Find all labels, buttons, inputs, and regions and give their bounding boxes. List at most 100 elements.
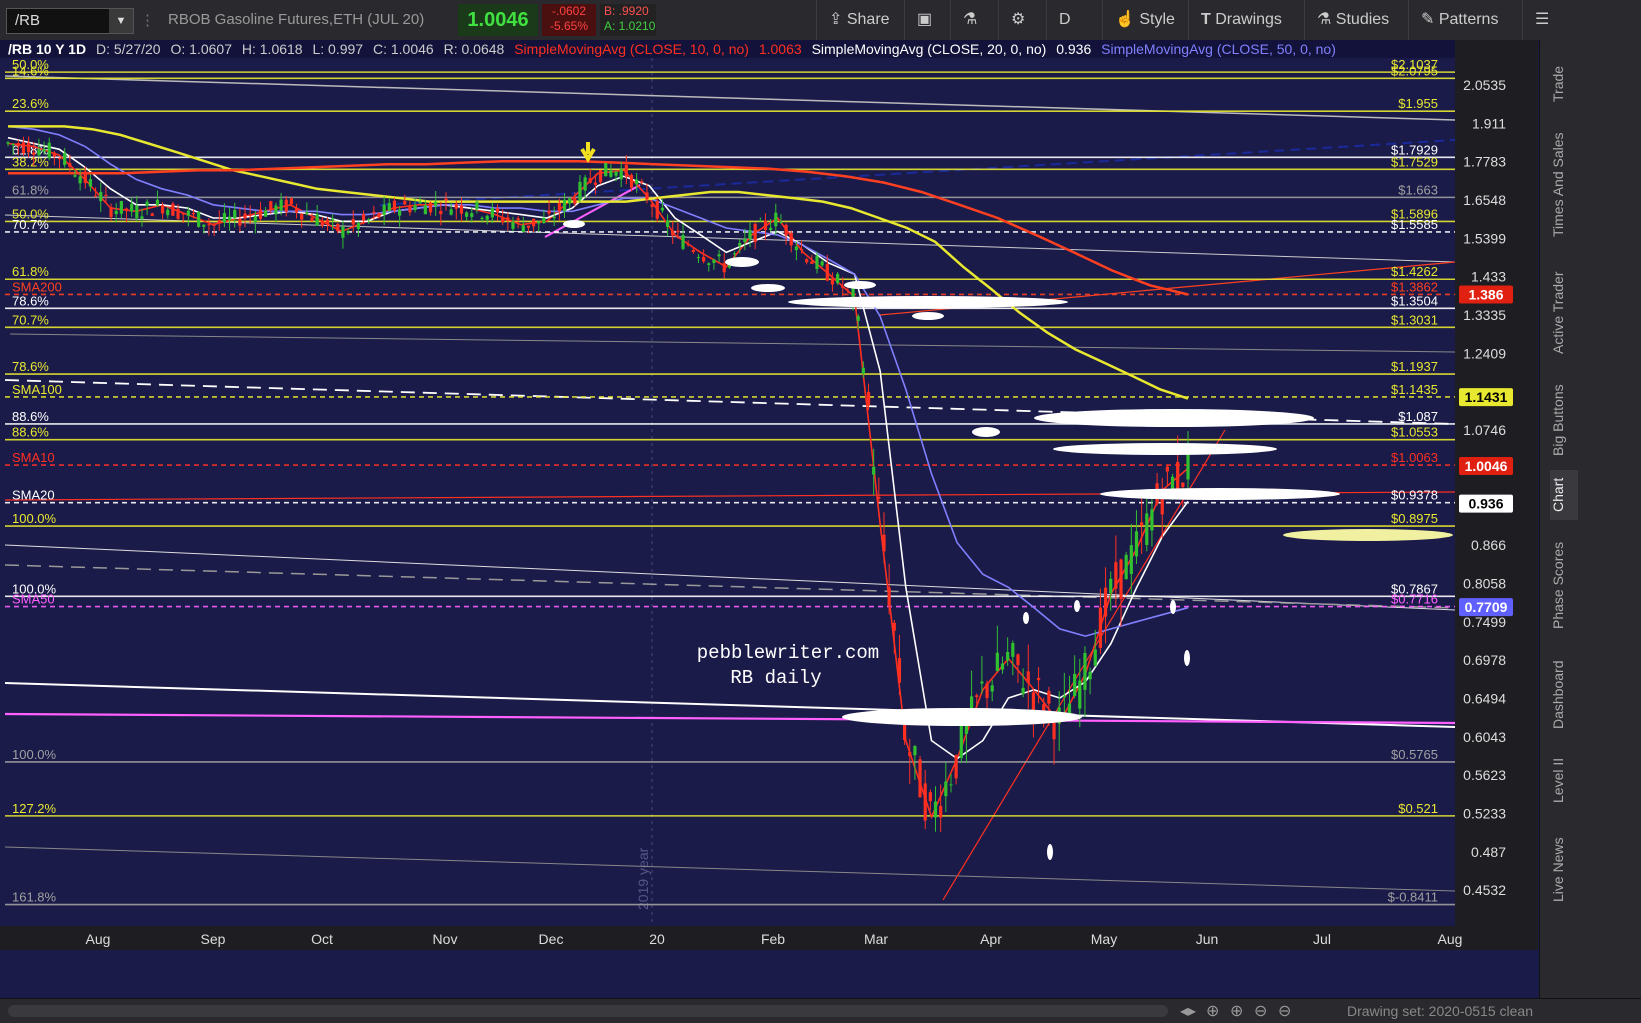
candle-body [1073,673,1077,696]
link-icon[interactable]: ⋮ [140,11,155,29]
drawing-set-label: Drawing set: 2020-0515 clean [1346,1003,1533,1019]
candle-body [568,198,572,204]
candle-body [949,784,953,786]
candle-body [1165,466,1169,472]
candle-body [243,213,247,219]
bar-range: R: 0.0648 [444,41,505,57]
candle-body [238,218,242,226]
highlight-marker [1283,529,1453,541]
candle-body [861,367,865,374]
fib-level-price: $1.1937 [1391,359,1438,374]
toolbar: /RB ▼ ⋮ RBOB Gasoline Futures,ETH (JUL 2… [0,0,1641,41]
candle-body [753,223,757,243]
flask-button[interactable]: ⚗ [950,0,997,40]
time-tick-label: Jun [1196,931,1219,947]
patterns-button[interactable]: ✎ Patterns [1408,0,1525,40]
candle-body [887,587,891,606]
candle-body [57,158,62,160]
zoom-in-icon[interactable]: ⊕ [1230,1001,1243,1021]
highlight-marker [563,220,585,228]
zoom-out-icon[interactable]: ⊖ [1254,1001,1267,1021]
candle-body [21,142,26,154]
chevron-down-icon[interactable]: ▼ [109,9,133,33]
candle-body [696,257,701,259]
price-tag-label: 1.1431 [1465,389,1508,405]
candle-body [825,264,829,281]
candle-body [655,201,659,219]
candle-body [573,198,577,204]
candle-body [258,209,263,219]
candle-body [320,220,324,226]
candle-body [37,149,41,156]
bid-price: B: .9920 [604,4,649,18]
candle-body [135,205,139,219]
sma20-study-label: SimpleMovingAvg (CLOSE, 20, 0, no) [812,41,1047,57]
sidebar-tab-dashboard[interactable]: Dashboard [1550,650,1578,740]
candle-body [908,752,912,756]
style-button[interactable]: ☝ Style [1102,0,1199,40]
snapshot-button[interactable]: ▣ [904,0,951,40]
sma10-study-value: 1.0063 [759,41,802,57]
candle-body [315,214,319,226]
candle-body [593,182,598,185]
candle-body [619,169,623,180]
sidebar-tab-trade[interactable]: Trade [1550,54,1578,114]
sidebar-tab-live-news[interactable]: Live News [1550,820,1578,920]
fib-level-label: 100.0% [12,511,57,526]
fib-level-price: $1.1435 [1391,382,1438,397]
sidebar-tab-chart[interactable]: Chart [1550,470,1578,520]
candle-body [1098,607,1103,648]
patterns-icon: ✎ [1421,11,1435,28]
candle-body [1016,654,1020,666]
candle-body [403,200,407,205]
sidebar-tab-phase-scores[interactable]: Phase Scores [1550,530,1578,640]
candle-body [830,278,835,285]
candle-body [794,246,798,251]
fib-level-label: 61.8% [12,182,49,197]
fib-level-label: 61.8% [12,264,49,279]
sidebar-tab-big-buttons[interactable]: Big Buttons [1550,380,1578,460]
sidebar-tab-level-ii[interactable]: Level II [1550,750,1578,810]
sidebar-tab-times-and-sales[interactable]: Times And Sales [1550,120,1578,250]
zoom-in-icon[interactable]: ⊕ [1206,1001,1219,1021]
settings-button[interactable]: ⚙ [998,0,1045,40]
symbol-selector[interactable]: /RB ▼ [6,8,134,34]
menu-button[interactable]: ☰ [1522,0,1565,40]
candle-body [1150,509,1154,531]
candle-body [73,175,77,177]
studies-icon: ⚗ [1317,11,1332,28]
price-chart[interactable]: 2019 year 50.0% $2.103714.6% $2.079523.6% $… [0,40,1538,998]
period-button[interactable]: D [1046,0,1099,40]
candle-body [191,212,196,215]
fib-level-price: $0.7716 [1391,592,1438,607]
candle-body [78,176,82,184]
bar-high: H: 1.0618 [242,41,303,57]
fib-level-price: $0.521 [1398,801,1438,816]
studies-button[interactable]: ⚗ Studies [1304,0,1413,40]
time-tick-label: Oct [311,931,333,947]
scroll-left-icon[interactable]: ◂▸ [1180,1001,1196,1021]
sidebar-tab-active-trader[interactable]: Active Trader [1550,258,1578,368]
last-price: 1.0046 [458,4,538,36]
highlight-marker [1074,600,1080,612]
price-tick-label: 0.5233 [1463,806,1506,822]
time-scrollbar[interactable] [8,1005,1168,1017]
candle-body [480,217,484,220]
fib-level-price: $1.0063 [1391,450,1438,465]
time-tick-label: Apr [980,931,1002,947]
candle-body [866,391,871,406]
candle-body [506,217,510,221]
fib-level-price: $1.3504 [1391,293,1438,308]
zoom-out-icon[interactable]: ⊖ [1278,1001,1291,1021]
change-box: -.0602 -5.65% [542,4,596,36]
candle-body [1124,554,1128,580]
share-button[interactable]: ⇪ Share [816,0,915,40]
bid-ask-box: B: .9920 A: 1.0210 [600,4,656,36]
candle-body [382,204,386,215]
fib-level-price: $0.5765 [1391,747,1438,762]
cursor-icon: ☝ [1115,11,1135,28]
candle-body [923,783,927,821]
candle-body [1129,545,1133,574]
sma10-study-label: SimpleMovingAvg (CLOSE, 10, 0, no) [514,41,749,57]
drawings-button[interactable]: T Drawings [1188,0,1313,40]
